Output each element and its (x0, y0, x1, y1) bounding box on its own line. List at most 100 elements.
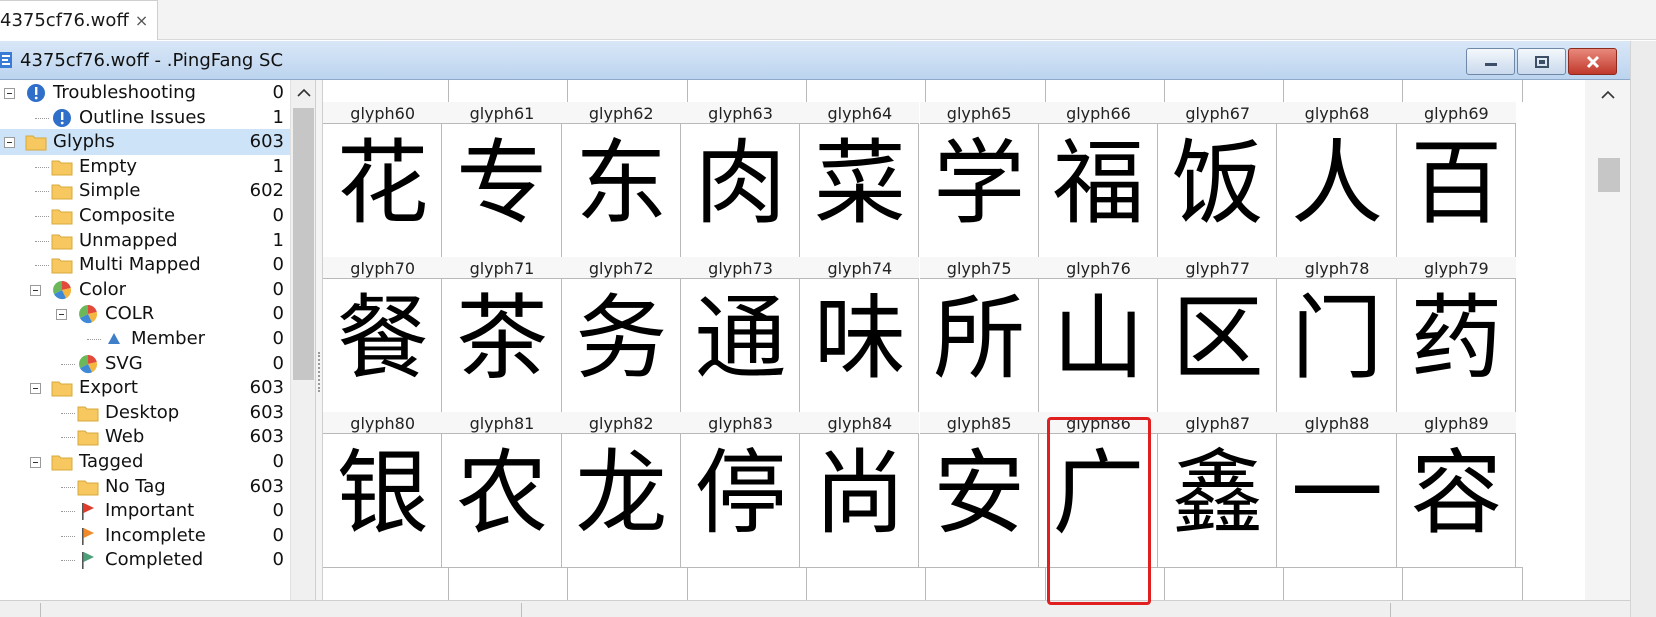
tree-scrollbar[interactable] (290, 80, 315, 600)
glyph-preview: 专 (455, 130, 548, 237)
glyph-cell-partial[interactable] (919, 567, 1046, 600)
glyph-cell-glyph80[interactable]: glyph80 银 (323, 412, 443, 567)
collapse-toggle-icon[interactable] (4, 88, 15, 99)
tree-item-troubleshooting[interactable]: Troubleshooting 0 (0, 80, 290, 106)
tree-item-unmapped[interactable]: Unmapped 1 (0, 228, 290, 254)
tree-item-color[interactable]: Color 0 (0, 277, 290, 303)
tree-item-colr[interactable]: COLR 0 (0, 301, 290, 327)
close-button[interactable] (1568, 48, 1617, 75)
glyph-cell-glyph88[interactable]: glyph88 一 (1277, 412, 1397, 567)
glyph-cell-glyph62[interactable]: glyph62 东 (561, 102, 681, 257)
glyph-cell-glyph68[interactable]: glyph68 人 (1277, 102, 1397, 257)
tree-item-composite[interactable]: Composite 0 (0, 203, 290, 229)
glyph-cell-glyph73[interactable]: glyph73 通 (680, 257, 801, 412)
glyph-cell-partial[interactable] (920, 80, 1046, 102)
tree-item-completed[interactable]: Completed 0 (0, 547, 290, 573)
scroll-up-icon[interactable] (295, 86, 313, 100)
tree-item-important[interactable]: Important 0 (0, 498, 290, 524)
glyph-cell-glyph77[interactable]: glyph77 区 (1158, 257, 1278, 412)
tree-item-empty[interactable]: Empty 1 (0, 154, 290, 180)
glyph-cell-partial[interactable] (680, 567, 807, 600)
grid-scrollbar[interactable] (1585, 80, 1630, 600)
glyph-cell-glyph75[interactable]: glyph75 所 (919, 257, 1039, 412)
collapse-toggle-icon[interactable] (30, 383, 41, 395)
glyph-cell-glyph60[interactable]: glyph60 花 (323, 102, 443, 257)
glyph-cell-glyph87[interactable]: glyph87 鑫 (1158, 412, 1278, 567)
tree-item-export[interactable]: Export 603 (0, 375, 290, 401)
glyph-cell-partial[interactable] (800, 567, 927, 600)
glyph-cell-glyph72[interactable]: glyph72 务 (561, 257, 681, 412)
glyph-cell-partial[interactable] (1277, 567, 1404, 600)
tree-item-count: 603 (249, 475, 284, 497)
collapse-toggle-icon[interactable] (4, 137, 15, 149)
glyph-cell-glyph78[interactable]: glyph78 门 (1277, 257, 1397, 412)
glyph-cell-glyph61[interactable]: glyph61 专 (442, 102, 562, 257)
collapse-toggle-icon[interactable] (30, 457, 41, 468)
glyph-cell-partial[interactable] (1158, 80, 1285, 102)
tab-file[interactable]: 4375cf76.woff × (0, 0, 158, 40)
glyph-cell-partial[interactable] (442, 567, 569, 600)
grid-scroll-thumb[interactable] (1598, 158, 1620, 192)
glyph-cell-partial[interactable] (1397, 80, 1523, 102)
tree-item-outline-issues[interactable]: Outline Issues 1 (0, 105, 290, 131)
tree-item-incomplete[interactable]: Incomplete 0 (0, 523, 290, 549)
tree-item-simple[interactable]: Simple 602 (0, 178, 290, 204)
glyph-cell-partial[interactable] (561, 567, 688, 600)
glyph-cell-glyph66[interactable]: glyph66 福 (1038, 102, 1159, 257)
glyph-cell-glyph67[interactable]: glyph67 饭 (1158, 102, 1278, 257)
minimize-icon (1484, 62, 1497, 66)
glyph-cell-partial[interactable] (323, 567, 449, 600)
glyph-cell-partial[interactable] (562, 80, 688, 102)
collapse-toggle-icon[interactable] (30, 284, 41, 296)
maximize-button[interactable] (1517, 48, 1566, 75)
tree-item-tagged[interactable]: Tagged 0 (0, 449, 290, 475)
tree-item-desktop[interactable]: Desktop 603 (0, 400, 290, 426)
outer-scrollbar[interactable] (1630, 41, 1656, 617)
tree-item-member[interactable]: Member 0 (0, 326, 290, 352)
glyph-cell-glyph74[interactable]: glyph74 味 (800, 257, 920, 412)
minimize-button[interactable] (1466, 48, 1515, 75)
glyph-cell-glyph79[interactable]: glyph79 药 (1396, 257, 1516, 412)
glyph-cell-glyph84[interactable]: glyph84 尚 (800, 412, 920, 567)
glyph-cell-partial[interactable] (442, 80, 569, 102)
glyph-cell-partial[interactable] (1038, 567, 1165, 600)
tree-item-svg[interactable]: SVG 0 (0, 351, 290, 377)
scroll-up-icon[interactable] (1599, 88, 1617, 102)
glyph-cell-partial[interactable] (323, 80, 449, 102)
glyph-cell-partial[interactable] (800, 80, 927, 102)
glyph-cell-glyph83[interactable]: glyph83 停 (680, 412, 801, 567)
tab-close-icon[interactable]: × (135, 11, 148, 30)
glyph-cell-partial[interactable] (1039, 80, 1165, 102)
tree-item-label: SVG (105, 352, 143, 374)
glyph-cell-glyph71[interactable]: glyph71 茶 (442, 257, 562, 412)
glyph-name-label: glyph65 (919, 102, 1039, 124)
tree-scroll-thumb[interactable] (293, 108, 314, 380)
glyph-cell-glyph76[interactable]: glyph76 山 (1038, 257, 1159, 412)
collapse-toggle-icon[interactable] (56, 309, 67, 321)
glyph-cell-partial[interactable] (1396, 567, 1523, 600)
tree-item-web[interactable]: Web 603 (0, 424, 290, 450)
panel-splitter[interactable] (315, 80, 323, 600)
glyph-cell-glyph70[interactable]: glyph70 餐 (323, 257, 443, 412)
glyph-cell-partial[interactable] (681, 80, 807, 102)
folder-icon (77, 480, 99, 496)
folder-icon (51, 234, 73, 250)
glyph-cell-partial[interactable] (1277, 80, 1404, 102)
glyph-cell-glyph86[interactable]: glyph86 广 (1038, 412, 1159, 567)
tree-item-glyphs[interactable]: Glyphs 603 (0, 129, 290, 156)
glyph-cell-glyph82[interactable]: glyph82 龙 (561, 412, 681, 567)
tree-item-no-tag[interactable]: No Tag 603 (0, 474, 290, 500)
glyph-cell-glyph69[interactable]: glyph69 百 (1396, 102, 1516, 257)
tree-item-multi-mapped[interactable]: Multi Mapped 0 (0, 252, 290, 278)
glyph-cell-glyph89[interactable]: glyph89 容 (1396, 412, 1516, 567)
window-title-bar: 4375cf76.woff - .PingFang SC (0, 41, 1630, 80)
tree-item-count: 0 (272, 328, 284, 349)
glyph-cell-glyph65[interactable]: glyph65 学 (919, 102, 1039, 257)
glyph-cell-glyph64[interactable]: glyph64 菜 (800, 102, 920, 257)
glyph-cell-glyph85[interactable]: glyph85 安 (919, 412, 1039, 567)
splitter-grip[interactable] (318, 352, 320, 392)
glyph-cell-partial[interactable] (1158, 567, 1285, 600)
glyph-cell-glyph63[interactable]: glyph63 肉 (680, 102, 801, 257)
glyph-preview: 药 (1410, 285, 1503, 392)
glyph-cell-glyph81[interactable]: glyph81 农 (442, 412, 562, 567)
